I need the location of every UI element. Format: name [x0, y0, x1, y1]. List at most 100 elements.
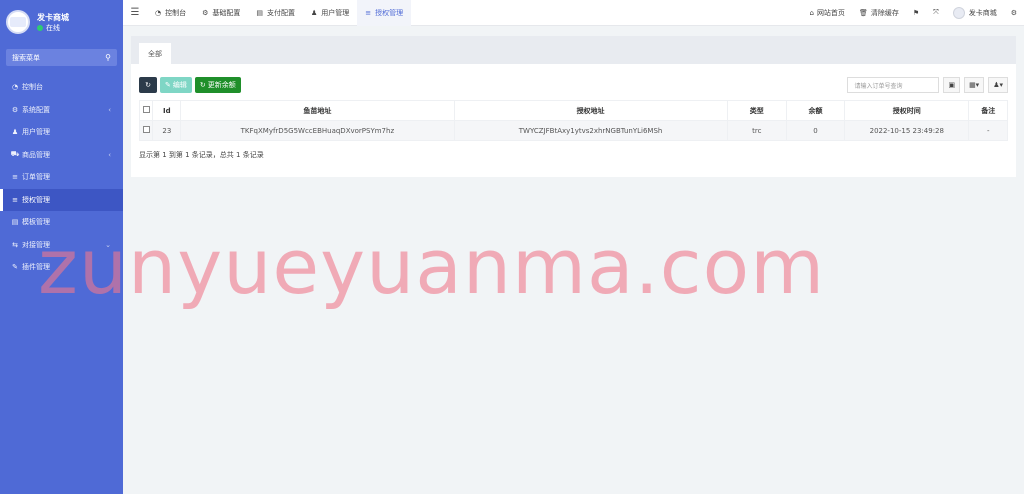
- sidebar-item-3[interactable]: ⛟ 商品管理 ‹: [0, 144, 123, 167]
- home-link[interactable]: ⌂ 网站首页: [802, 8, 851, 18]
- table-cell: TWYCZJFBtAxy1ytvs2xhrNGBTunYLi6MSh: [453, 120, 728, 141]
- logo-icon: [10, 17, 26, 27]
- fullscreen-icon[interactable]: ⤧: [926, 8, 946, 17]
- column-header[interactable]: 鱼苗地址: [180, 100, 455, 121]
- search-icon[interactable]: ⚲: [105, 53, 111, 62]
- topbar-right: ⌂ 网站首页 🗑 清除缓存 ⚑ ⤧ 发卡商城 ⚙: [802, 0, 1024, 26]
- export-button[interactable]: ♟▾: [988, 77, 1008, 93]
- tab-4[interactable]: ≡ 授权管理: [357, 0, 412, 26]
- column-header[interactable]: Id: [152, 100, 182, 121]
- user-avatar: [952, 6, 965, 19]
- status-dot-icon: [37, 24, 43, 31]
- order-search-input[interactable]: 请输入订单号查询: [847, 77, 940, 93]
- content-tabbar: 全部: [131, 36, 1016, 64]
- table-cell: trc: [726, 120, 787, 141]
- table-cell: 0: [785, 120, 846, 141]
- chevron-icon: ‹: [108, 105, 111, 114]
- brand: 发卡商城 在线: [0, 0, 123, 44]
- sidebar-item-label: 商品管理: [22, 150, 50, 159]
- sidebar-item-label: 订单管理: [22, 173, 50, 182]
- refresh-icon: ↻: [145, 81, 151, 89]
- table-toolbar: ↻ ✎ 编辑 ↻ 更新余额: [139, 77, 241, 93]
- list-icon: ≡: [365, 8, 372, 17]
- menu-toggle-icon[interactable]: ☰: [123, 7, 147, 18]
- gear-icon: ⚙: [11, 105, 19, 114]
- content-panel: 全部 ↻ ✎ 编辑 ↻ 更新余额 请输入订单号查询 ▣ ▦▾ ♟▾ Id 鱼苗地址 授权…: [131, 36, 1016, 177]
- table-cell: 2022-10-15 23:49:28: [844, 120, 970, 141]
- edit-button[interactable]: ✎ 编辑: [160, 77, 192, 93]
- tab-label: 授权管理: [375, 8, 404, 17]
- chevron-icon: ‹: [108, 150, 111, 159]
- column-header[interactable]: 授权时间: [844, 100, 970, 121]
- status-label: 在线: [46, 23, 60, 32]
- menu-search-label: 搜索菜单: [12, 53, 40, 62]
- table-cell: TKFqXMyfrD5G5WccEBHuaqDXvorPSYm7hz: [180, 120, 455, 141]
- home-icon: ⌂: [809, 8, 814, 17]
- sidebar-item-label: 授权管理: [22, 195, 50, 204]
- table-tools: 请输入订单号查询 ▣ ▦▾ ♟▾: [847, 77, 1008, 93]
- gear-icon: ⚙: [202, 8, 209, 17]
- topbar-tabs: ◔ 控制台 ⚙ 基础配置 ▤ 支付配置 ♟ 用户管理 ≡ 授权管理: [147, 0, 412, 26]
- tab-label: 支付配置: [267, 8, 296, 17]
- tab-label: 基础配置: [212, 8, 241, 17]
- template-icon: ▤: [11, 218, 19, 227]
- tab-2[interactable]: ▤ 支付配置: [248, 0, 303, 26]
- list-icon: ≡: [12, 195, 18, 204]
- refresh-button[interactable]: ↻: [139, 77, 157, 93]
- sidebar-item-label: 用户管理: [22, 128, 50, 137]
- translate-icon[interactable]: ⚑: [906, 9, 926, 17]
- clear-cache-button[interactable]: 🗑 清除缓存: [852, 8, 906, 18]
- wrench-icon: ✎: [12, 263, 18, 272]
- update-balance-button[interactable]: ↻ 更新余额: [194, 77, 241, 93]
- tab-label: 用户管理: [321, 8, 350, 17]
- list-icon: ▤: [256, 8, 264, 17]
- sidebar-item-4[interactable]: ≡ 订单管理: [0, 166, 123, 189]
- user-label: 发卡商城: [968, 8, 997, 17]
- trash-icon: 🗑: [858, 8, 868, 17]
- cart-icon: ⛟: [10, 150, 20, 159]
- dashboard-icon: ◔: [155, 8, 162, 17]
- user-menu[interactable]: 发卡商城: [946, 6, 1004, 19]
- home-label: 网站首页: [816, 8, 845, 17]
- table-header-row: Id 鱼苗地址 授权地址 类型 余额 授权时间 备注: [138, 100, 1008, 121]
- update-balance-label: 更新余额: [207, 81, 236, 89]
- select-all-checkbox[interactable]: [138, 100, 154, 121]
- table-row[interactable]: 23 TKFqXMyfrD5G5WccEBHuaqDXvorPSYm7hz TWYC…: [138, 120, 1008, 141]
- column-header[interactable]: 类型: [726, 100, 787, 121]
- menu-search[interactable]: 搜索菜单 ⚲: [6, 49, 117, 66]
- edit-label: 编辑: [172, 81, 187, 89]
- card-view-icon: ▣: [948, 81, 956, 89]
- columns-button[interactable]: ▦▾: [964, 77, 985, 93]
- sidebar-item-2[interactable]: ♟ 用户管理: [0, 121, 123, 144]
- user-icon: ♟: [311, 8, 318, 17]
- tab-3[interactable]: ♟ 用户管理: [303, 0, 357, 26]
- dashboard-icon: ◔: [11, 83, 19, 92]
- table-body: 23 TKFqXMyfrD5G5WccEBHuaqDXvorPSYm7hz TWYC…: [138, 120, 1008, 141]
- column-header[interactable]: 备注: [968, 100, 1008, 121]
- online-status: 在线: [37, 23, 69, 33]
- sidebar-item-5[interactable]: ≡ 授权管理: [0, 188, 123, 211]
- user-icon: ♟: [11, 128, 19, 137]
- watermark: zunyueyuanma.com: [38, 222, 826, 311]
- tab-0[interactable]: ◔ 控制台: [147, 0, 194, 26]
- list-icon: ≡: [12, 173, 18, 182]
- sidebar-item-1[interactable]: ⚙ 系统配置 ‹: [0, 99, 123, 122]
- tab-all[interactable]: 全部: [139, 43, 171, 64]
- sidebar-item-0[interactable]: ◔ 控制台: [0, 76, 123, 99]
- sidebar-item-label: 系统配置: [22, 105, 50, 114]
- refresh-icon: ↻: [199, 81, 206, 89]
- column-header[interactable]: 授权地址: [453, 100, 728, 121]
- tab-1[interactable]: ⚙ 基础配置: [194, 0, 248, 26]
- pencil-icon: ✎: [165, 81, 171, 89]
- toggle-view-button[interactable]: ▣: [943, 77, 961, 93]
- export-icon: ♟▾: [993, 81, 1003, 89]
- link-icon: ⇆: [12, 240, 18, 249]
- brand-name: 发卡商城: [37, 12, 69, 22]
- column-header[interactable]: 余额: [785, 100, 846, 121]
- columns-icon: ▦▾: [969, 81, 980, 89]
- clear-cache-label: 清除缓存: [870, 8, 899, 17]
- settings-icon[interactable]: ⚙: [1004, 9, 1024, 17]
- row-checkbox[interactable]: [138, 120, 154, 141]
- table-cell: -: [968, 120, 1008, 141]
- tab-label: 控制台: [165, 8, 187, 17]
